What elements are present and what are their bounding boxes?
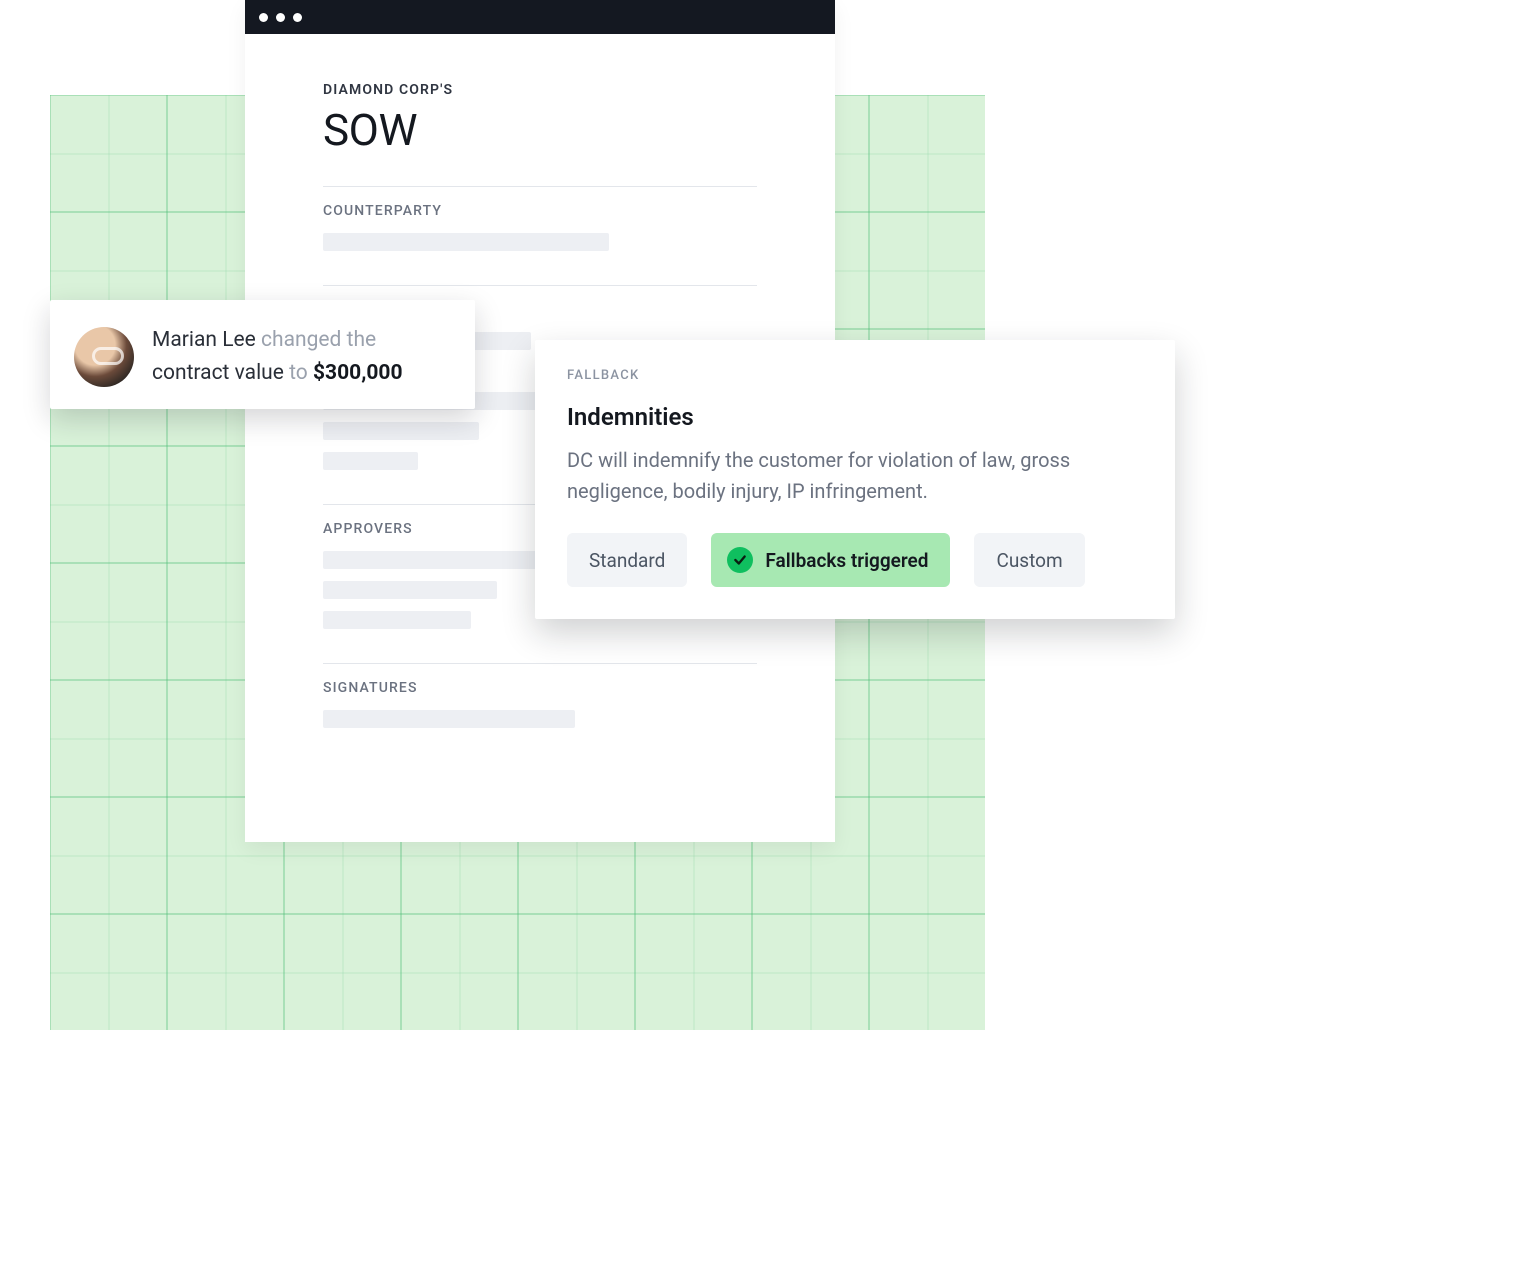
placeholder-line <box>323 452 418 470</box>
check-icon <box>727 547 753 573</box>
avatar <box>74 327 134 387</box>
placeholder-line <box>323 581 497 599</box>
fallback-options: Standard Fallbacks triggered Custom <box>567 533 1143 587</box>
fallback-eyebrow: FALLBACK <box>567 368 1143 383</box>
activity-user: Marian Lee <box>152 328 256 352</box>
document-title: SOW <box>323 104 757 156</box>
option-custom-button[interactable]: Custom <box>974 533 1084 587</box>
fallback-panel: FALLBACK Indemnities DC will indemnify t… <box>535 340 1175 619</box>
section-signatures: SIGNATURES <box>323 663 757 762</box>
placeholder-line <box>323 611 471 629</box>
window-dot <box>259 13 268 22</box>
placeholder-line <box>323 422 479 440</box>
section-counterparty: COUNTERPARTY <box>323 186 757 285</box>
window-dot <box>276 13 285 22</box>
activity-field: contract value <box>152 361 284 385</box>
section-label-counterparty: COUNTERPARTY <box>323 203 757 219</box>
fallback-body: DC will indemnify the customer for viola… <box>567 445 1143 507</box>
activity-value: $300,000 <box>313 361 403 385</box>
company-eyebrow: DIAMOND CORP'S <box>323 82 757 98</box>
activity-text: Marian Lee changed the contract value to… <box>152 324 403 389</box>
option-triggered-label: Fallbacks triggered <box>765 549 928 572</box>
activity-to: to <box>289 361 308 385</box>
window-dot <box>293 13 302 22</box>
placeholder-line <box>323 710 575 728</box>
option-standard-button[interactable]: Standard <box>567 533 687 587</box>
activity-card: Marian Lee changed the contract value to… <box>50 300 475 409</box>
window-titlebar <box>245 0 835 34</box>
section-label-signatures: SIGNATURES <box>323 680 757 696</box>
placeholder-line <box>323 233 609 251</box>
fallback-title: Indemnities <box>567 403 1143 431</box>
activity-verb: changed the <box>261 328 376 352</box>
option-fallbacks-triggered-button[interactable]: Fallbacks triggered <box>711 533 950 587</box>
